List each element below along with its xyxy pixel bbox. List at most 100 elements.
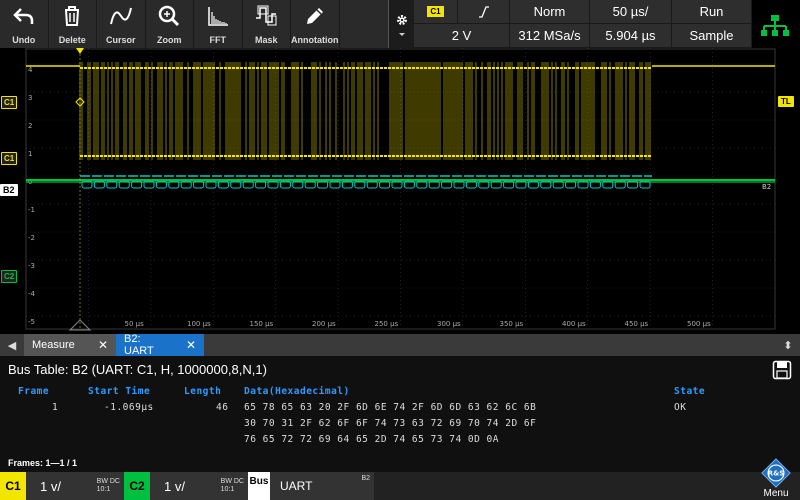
trigger-level[interactable]: 2 V <box>414 24 510 48</box>
settings-button[interactable] <box>388 0 414 48</box>
y-tick-label: -4 <box>28 290 36 298</box>
x-tick-label: 250 µs <box>375 320 399 328</box>
x-tick-label: 350 µs <box>500 320 524 328</box>
menu-label: Menu <box>763 488 789 499</box>
undo-label: Undo <box>12 35 36 45</box>
expand-panel-icon[interactable]: ⬍ <box>776 334 800 356</box>
menu-button[interactable]: R&S Menu <box>752 458 800 500</box>
gear-icon <box>396 14 407 25</box>
trigger-source-badge: C1 <box>427 6 444 17</box>
acquisition-mode[interactable]: Sample <box>672 24 752 48</box>
frames-counter: Frames: 1—1 / 1 <box>8 458 78 468</box>
y-tick-label: 2 <box>28 122 32 130</box>
c1-offset-marker[interactable]: C1 <box>1 96 18 109</box>
x-tick-label: 400 µs <box>562 320 586 328</box>
col-header-frame: Frame <box>18 386 50 397</box>
y-tick-label: 3 <box>28 94 32 102</box>
c2-scale: 1 v/ <box>164 478 185 494</box>
x-tick-label: 450 µs <box>625 320 649 328</box>
fft-button[interactable]: FFT <box>194 0 243 48</box>
run-state[interactable]: Run <box>672 0 752 24</box>
delete-label: Delete <box>58 35 86 45</box>
c1-channel-settings[interactable]: 1 v/ BW DC 10:1 <box>26 472 124 500</box>
c2-channel-settings[interactable]: 1 v/ BW DC 10:1 <box>150 472 248 500</box>
c1-coupling: BW DC 10:1 <box>96 478 120 493</box>
c2-channel-tag[interactable]: C2 <box>124 472 150 500</box>
delete-button[interactable]: Delete <box>49 0 97 48</box>
zoom-button[interactable]: Zoom <box>146 0 194 48</box>
c1-channel-tag[interactable]: C1 <box>0 472 26 500</box>
mask-icon <box>256 5 277 26</box>
c2-coupling: BW DC 10:1 <box>220 478 244 493</box>
close-icon[interactable]: ✕ <box>186 338 196 352</box>
save-icon[interactable] <box>772 360 792 380</box>
bus-id: B2 <box>361 475 370 482</box>
fft-icon <box>208 7 228 26</box>
x-tick-label: 50 µs <box>125 320 145 328</box>
x-tick-labels: 50 µs 100 µs 150 µs 200 µs 250 µs 300 µs 350 µ… <box>125 320 712 328</box>
bus-channel-settings[interactable]: UART B2 <box>270 472 374 500</box>
row-data-line-1: 65 78 65 63 20 2F 6D 6E 74 2F 6D 6D 63 6… <box>244 402 537 413</box>
col-header-length: Length <box>184 386 222 397</box>
bus-table-title: Bus Table: B2 (UART: C1, H, 1000000,8,N,… <box>8 362 267 377</box>
sample-rate[interactable]: 312 MSa/s <box>510 24 590 48</box>
tab-b2-uart-label: B2: UART <box>124 333 154 357</box>
rs-logo-icon: R&S <box>761 458 791 488</box>
c1-level-marker[interactable]: C1 <box>1 152 18 165</box>
trash-icon <box>65 6 80 26</box>
row-length: 46 <box>216 402 229 413</box>
cursor-button[interactable]: Cursor <box>97 0 146 48</box>
trigger-source[interactable]: C1 <box>414 0 458 24</box>
c2-marker[interactable]: C2 <box>1 270 18 283</box>
x-tick-label: 500 µs <box>687 320 711 328</box>
tab-measure[interactable]: Measure ✕ <box>24 334 116 356</box>
mask-label: Mask <box>254 35 278 45</box>
annotation-button[interactable]: Annotation <box>291 0 340 48</box>
result-tab-bar: ◀ Measure ✕ B2: UART ✕ ⬍ <box>0 333 800 357</box>
y-tick-label: -5 <box>28 318 35 326</box>
bus-channel-tag[interactable]: Bus <box>248 472 270 500</box>
zoom-label: Zoom <box>157 35 182 45</box>
y-tick-labels: 43210-1-2-3-4-5 <box>28 66 36 326</box>
toolbar: Undo Delete Cursor Zoom FFT Mask Annotat… <box>0 0 388 48</box>
trigger-acquisition-panel: C1 Norm 50 µs/ Run 2 V 312 MSa/s 5.904 µ… <box>414 0 752 48</box>
undo-icon <box>12 8 33 24</box>
cursor-label: Cursor <box>105 35 136 45</box>
b2-marker[interactable]: B2 <box>0 184 18 196</box>
trigger-level-marker[interactable]: TL <box>778 96 794 107</box>
col-header-start-time: Start Time <box>88 386 151 397</box>
chevron-down-icon <box>398 32 405 36</box>
cursor-icon <box>109 7 132 25</box>
mask-button[interactable]: Mask <box>243 0 291 48</box>
trigger-mode[interactable]: Norm <box>510 0 590 24</box>
x-tick-label: 300 µs <box>437 320 461 328</box>
col-header-state: State <box>674 386 706 397</box>
tab-b2-uart[interactable]: B2: UART ✕ <box>116 333 204 357</box>
y-tick-label: -3 <box>28 262 35 270</box>
bus-end-label: B2 <box>762 183 771 191</box>
row-state: OK <box>674 402 687 413</box>
c1-scale: 1 v/ <box>40 478 61 494</box>
y-tick-label: 1 <box>28 150 32 158</box>
y-tick-label: -2 <box>28 234 35 242</box>
bus-decode-trace <box>26 175 775 189</box>
zoom-icon <box>159 5 180 27</box>
horizontal-position[interactable]: 5.904 µs <box>590 24 672 48</box>
tab-scroll-icon[interactable]: ◀ <box>0 334 24 356</box>
timebase[interactable]: 50 µs/ <box>590 0 672 24</box>
row-data-line-3: 76 65 72 72 69 64 65 2D 74 65 73 74 0D 0… <box>244 434 499 445</box>
close-icon[interactable]: ✕ <box>98 338 108 352</box>
bus-name: UART <box>280 479 313 493</box>
y-tick-label: -1 <box>28 206 35 214</box>
svg-text:R&S: R&S <box>768 469 785 478</box>
trigger-slope[interactable] <box>458 0 510 24</box>
rising-edge-icon <box>478 5 489 18</box>
annotation-label: Annotation <box>291 35 339 45</box>
x-tick-label: 150 µs <box>250 320 274 328</box>
row-data-line-2: 30 70 31 2F 62 6F 6F 74 73 63 72 69 70 7… <box>244 418 537 429</box>
undo-button[interactable]: Undo <box>0 0 49 48</box>
y-tick-label: 4 <box>28 66 33 74</box>
waveform-grid: 43210-1-2-3-4-5 50 µs100 µs150 µs200 µs2… <box>25 48 776 331</box>
waveform-display[interactable]: 43210-1-2-3-4-5 50 µs100 µs150 µs200 µs2… <box>0 48 800 332</box>
col-header-data: Data(Hexadecimal) <box>244 386 350 397</box>
